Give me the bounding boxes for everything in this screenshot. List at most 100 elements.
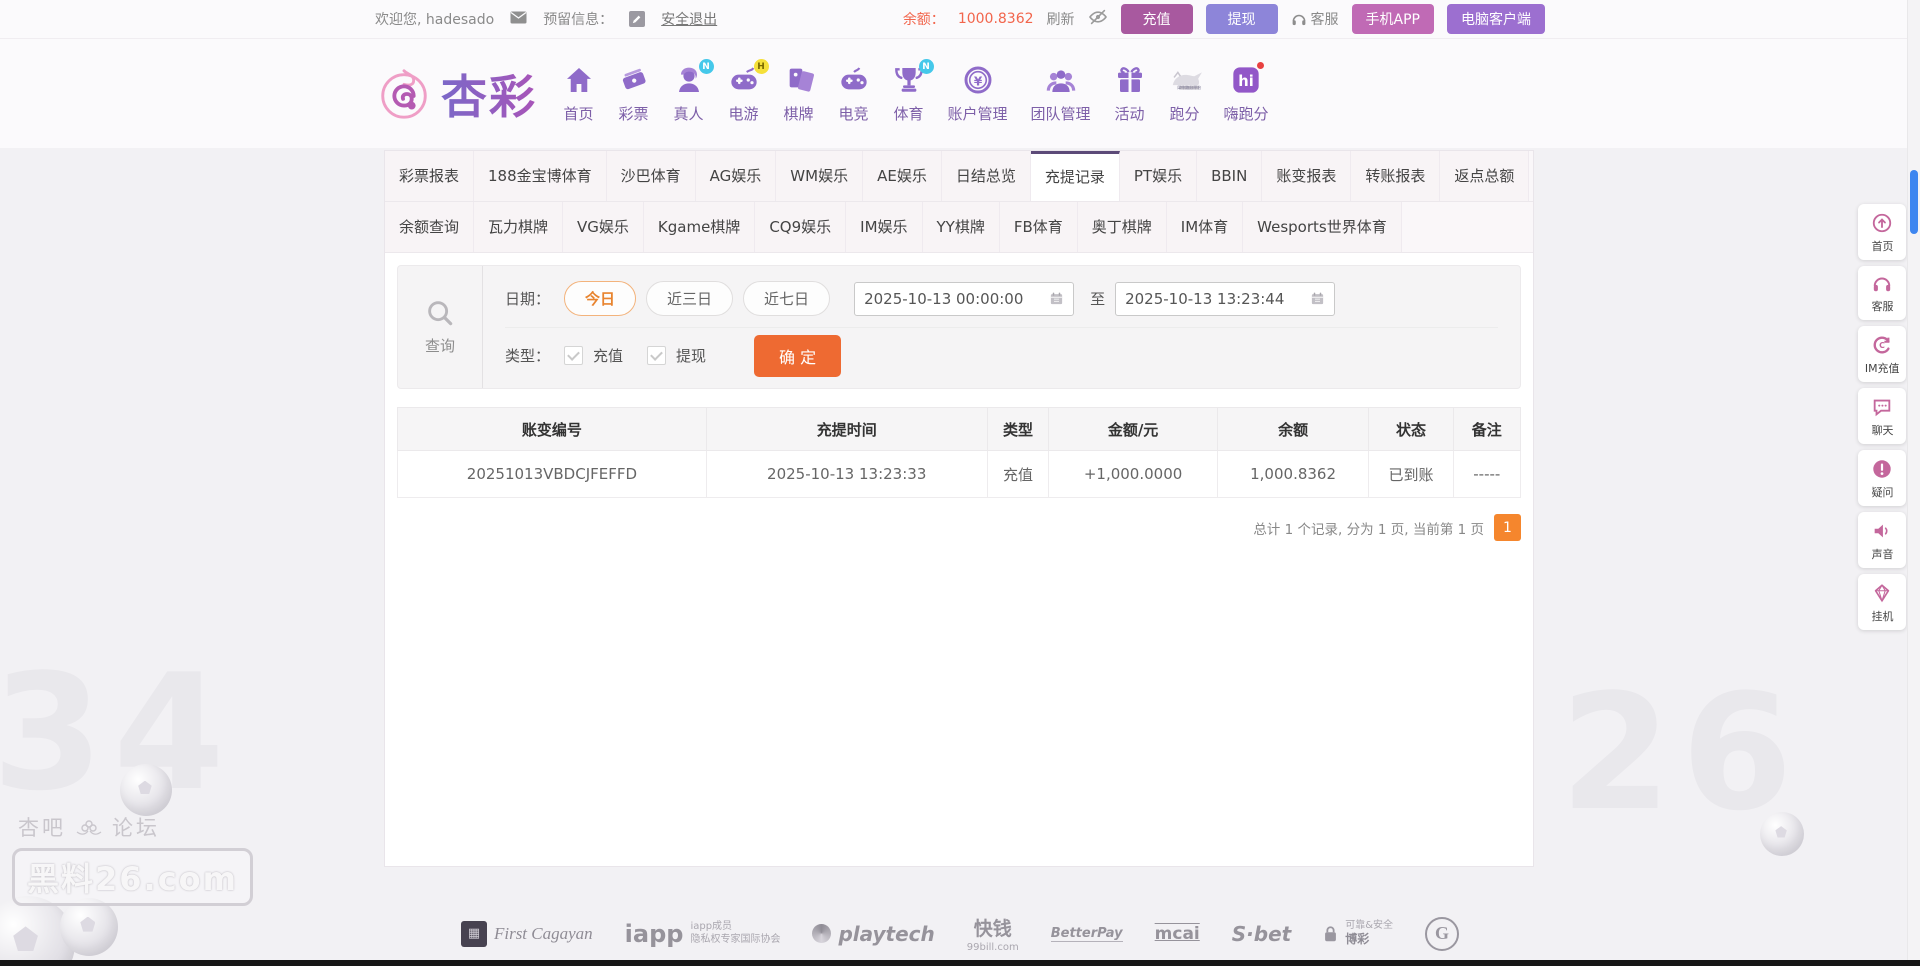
widget-sound[interactable]: 声音 (1858, 512, 1906, 568)
confirm-button[interactable]: 确 定 (754, 334, 842, 377)
topbar: 欢迎您, hadesado 预留信息： 安全退出 余额： 1000.8362 刷… (0, 0, 1920, 39)
logout-link[interactable]: 安全退出 (661, 9, 717, 29)
calendar-icon[interactable] (1310, 291, 1325, 306)
widget-idle[interactable]: 挂机 (1858, 574, 1906, 630)
scrollbar-thumb[interactable] (1910, 170, 1918, 234)
tab-cq9[interactable]: CQ9娱乐 (755, 202, 847, 252)
nav-label: 电游 (728, 105, 759, 123)
badge-h: H (753, 59, 769, 74)
side-widget-bar: 首页 客服 C IM充值 聊天 疑问 声音 挂机 (1858, 204, 1906, 636)
nav-item-esports[interactable]: 电竞 (826, 64, 881, 124)
refresh-link[interactable]: 刷新 (1047, 9, 1075, 29)
partner-secure-gaming: 可靠&安全 博彩 (1323, 920, 1393, 948)
tab-saba-sports[interactable]: 沙巴体育 (606, 151, 696, 201)
tab-deposit-withdraw-records[interactable]: 充提记录 (1030, 151, 1120, 201)
edit-pencil-icon[interactable] (629, 11, 646, 27)
nav-item-hi-paofen[interactable]: hi 嗨跑分 (1212, 62, 1280, 124)
tab-daily-summary[interactable]: 日结总览 (941, 151, 1031, 201)
tab-ae[interactable]: AE娱乐 (863, 151, 942, 201)
trophy-icon: N (893, 59, 934, 96)
tab-wm[interactable]: WM娱乐 (776, 151, 864, 201)
watermark-left-text: 杏吧 (18, 816, 66, 840)
tab-im[interactable]: IM娱乐 (846, 202, 923, 252)
tab-wali-games[interactable]: 瓦力棋牌 (474, 202, 564, 252)
deposit-checkbox[interactable] (564, 346, 584, 365)
welcome-text: 欢迎您, hadesado (375, 12, 495, 28)
tab-transfer-report[interactable]: 转账报表 (1351, 151, 1441, 201)
magnifier-icon (428, 301, 453, 326)
tab-fb-sports[interactable]: FB体育 (999, 202, 1078, 252)
site-logo[interactable]: 杏彩 (375, 61, 537, 127)
tab-im-sports[interactable]: IM体育 (1166, 202, 1244, 252)
date-to-input[interactable]: 2025-10-13 13:23:44 (1115, 281, 1336, 316)
partner-mcai: mcai (1155, 924, 1200, 944)
nav-item-home[interactable]: 首页 (551, 64, 606, 124)
nav-item-account[interactable]: ¥ 账户管理 (936, 64, 1019, 124)
nav-label: 嗨跑分 (1223, 105, 1269, 123)
nav-item-paofen[interactable]: 犀牛跑分平台 跑分 (1157, 64, 1212, 124)
tab-vg[interactable]: VG娱乐 (563, 202, 644, 252)
eye-off-icon[interactable] (1088, 9, 1108, 29)
partner-label: mcai (1154, 923, 1200, 944)
to-label: 至 (1090, 290, 1106, 308)
customer-service-label: 客服 (1310, 12, 1339, 28)
nav-item-live[interactable]: N 真人 (661, 59, 716, 124)
customer-service-link[interactable]: 客服 (1291, 9, 1339, 29)
deposit-button[interactable]: 充值 (1120, 4, 1193, 34)
widget-question[interactable]: 疑问 (1858, 450, 1906, 506)
widget-back-to-top[interactable]: 首页 (1858, 204, 1906, 260)
nav-item-slots[interactable]: H 电游 (716, 59, 771, 124)
tab-kgame[interactable]: Kgame棋牌 (643, 202, 756, 252)
partner-99bill: 快钱 99bill.com (967, 914, 1019, 955)
svg-text:犀牛跑分平台: 犀牛跑分平台 (1177, 84, 1201, 90)
nav-item-promotions[interactable]: 活动 (1102, 64, 1157, 124)
tab-lottery-report[interactable]: 彩票报表 (385, 151, 475, 201)
home-icon (563, 64, 595, 96)
nav-item-team[interactable]: 团队管理 (1019, 64, 1102, 124)
tab-ag[interactable]: AG娱乐 (695, 151, 777, 201)
nav-label: 真人 (673, 105, 704, 123)
col-remark: 备注 (1452, 407, 1522, 451)
withdraw-checkbox[interactable] (647, 346, 667, 365)
tab-bbin[interactable]: BBIN (1197, 151, 1263, 201)
scrollbar-track[interactable] (1907, 0, 1920, 966)
widget-im-recharge[interactable]: C IM充值 (1858, 326, 1906, 382)
message-envelope-icon[interactable] (510, 11, 527, 28)
tab-aoding-games[interactable]: 奥丁棋牌 (1077, 202, 1167, 252)
tab-188bet-sports[interactable]: 188金宝博体育 (474, 151, 607, 201)
calendar-icon[interactable] (1049, 291, 1064, 306)
tab-rebate-total[interactable]: 返点总额 (1440, 151, 1530, 201)
nav-item-lottery[interactable]: 彩票 (606, 64, 661, 124)
cell-balance: 1,000.8362 (1216, 450, 1370, 498)
tab-account-change-report[interactable]: 账变报表 (1262, 151, 1352, 201)
col-amount: 金额/元 (1048, 407, 1218, 451)
diamond-icon (1874, 584, 1890, 603)
withdraw-button[interactable]: 提现 (1205, 4, 1278, 34)
headset-icon (1292, 14, 1305, 25)
range-7days-button[interactable]: 近七日 (743, 281, 831, 316)
page-1-button[interactable]: 1 (1494, 514, 1521, 541)
range-3days-button[interactable]: 近三日 (646, 281, 734, 316)
query-form: 查询 日期： 今日 近三日 近七日 2025-10-13 00:00:00 至 … (397, 265, 1521, 389)
tab-yy[interactable]: YY棋牌 (922, 202, 1000, 252)
date-from-input[interactable]: 2025-10-13 00:00:00 (854, 281, 1075, 316)
hi-app-icon: hi (1230, 62, 1265, 96)
live-person-icon: N (673, 59, 714, 96)
tab-wesports[interactable]: Wesports世界体育 (1243, 202, 1402, 252)
widget-customer-service[interactable]: 客服 (1858, 266, 1906, 320)
type-filter-row: 类型： 充值 提现 确 定 (505, 326, 1498, 384)
widget-chat[interactable]: 聊天 (1858, 388, 1906, 444)
speaker-icon (1874, 524, 1888, 538)
tabs-filler (1529, 151, 1533, 201)
mobile-app-button[interactable]: 手机APP (1351, 4, 1434, 34)
watermark-domain: 黑料26.com (12, 848, 253, 906)
date-label: 日期： (505, 290, 551, 308)
pc-client-button[interactable]: 电脑客户端 (1447, 4, 1545, 34)
range-today-button[interactable]: 今日 (564, 281, 637, 316)
date-filter-row: 日期： 今日 近三日 近七日 2025-10-13 00:00:00 至 202… (505, 271, 1498, 327)
cell-time: 2025-10-13 13:23:33 (705, 450, 988, 498)
tab-pt[interactable]: PT娱乐 (1119, 151, 1198, 201)
tab-balance-query[interactable]: 余额查询 (385, 202, 475, 252)
nav-item-sports[interactable]: N 体育 (881, 59, 936, 124)
nav-item-board-games[interactable]: 棋牌 (771, 64, 826, 124)
